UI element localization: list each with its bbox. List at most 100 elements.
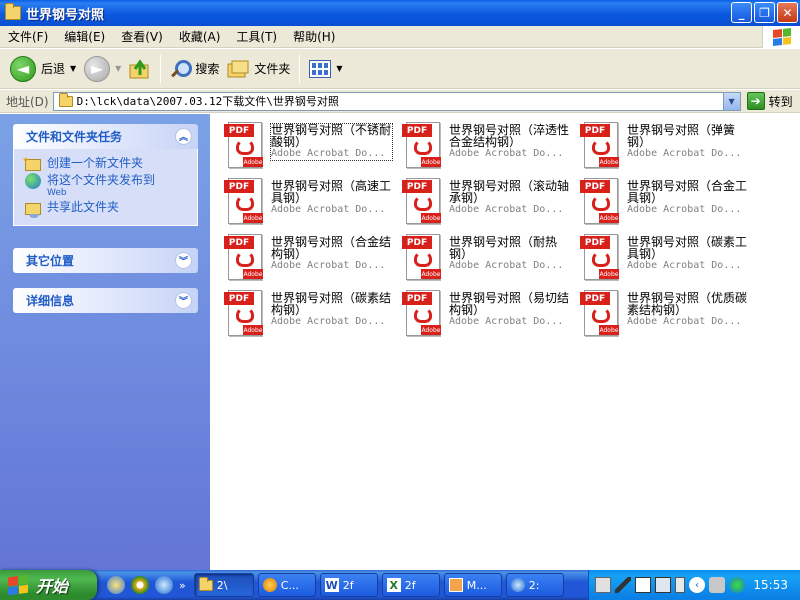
pdf-file-icon: PDF Adobe bbox=[224, 178, 263, 224]
windows-flag-icon bbox=[8, 574, 28, 596]
address-input[interactable]: D:\lck\data\2007.03.12下载文件\世界钢号对照 ▼ bbox=[52, 91, 741, 111]
start-button[interactable]: 开始 bbox=[0, 570, 97, 600]
file-name: 世界钢号对照（耐热钢） bbox=[449, 235, 558, 261]
up-button[interactable] bbox=[125, 52, 155, 86]
file-tasks-panel: 文件和文件夹任务 ︽ 创建一个新文件夹 将这个文件夹发布到 Web 共享此文件夹 bbox=[13, 124, 198, 226]
file-item[interactable]: PDF Adobe 世界钢号对照（不锈耐酸钢） Adobe Acrobat Do.… bbox=[220, 118, 393, 168]
quick-launch-more-icon[interactable]: » bbox=[179, 579, 186, 592]
volume-icon[interactable] bbox=[709, 577, 725, 593]
file-item[interactable]: PDF Adobe 世界钢号对照（碳素结构钢） Adobe Acrobat Do.… bbox=[220, 286, 392, 336]
toolbar: ◄ 后退 ▼ ► ▼ 搜索 文件夹 ▼ bbox=[0, 49, 800, 89]
windows-logo bbox=[762, 26, 800, 48]
toolbar-separator bbox=[160, 54, 162, 83]
menu-tools[interactable]: 工具(T) bbox=[228, 28, 285, 45]
taskbar-item-word[interactable]: W 2f bbox=[319, 573, 378, 597]
search-button[interactable]: 搜索 bbox=[166, 52, 223, 86]
address-dropdown-icon[interactable]: ▼ bbox=[722, 92, 740, 110]
taskbar: 开始 » 2\ C... W 2f X 2f M... 2: ‹ 15:53 bbox=[0, 570, 800, 600]
pdf-file-icon: PDF Adobe bbox=[580, 290, 619, 336]
file-type: Adobe Acrobat Do... bbox=[271, 260, 386, 271]
file-item[interactable]: PDF Adobe 世界钢号对照（碳素工具钢） Adobe Acrobat Do.… bbox=[576, 230, 748, 280]
pdf-file-icon: PDF Adobe bbox=[580, 122, 619, 168]
menu-view[interactable]: 查看(V) bbox=[113, 28, 171, 45]
details-header[interactable]: 详细信息 ︾ bbox=[13, 288, 198, 313]
search-label: 搜索 bbox=[195, 62, 220, 76]
file-tasks-title: 文件和文件夹任务 bbox=[26, 130, 123, 144]
taskbar-item-app[interactable]: C... bbox=[257, 573, 316, 597]
menu-help[interactable]: 帮助(H) bbox=[285, 28, 343, 45]
file-item[interactable]: PDF Adobe 世界钢号对照（优质碳素结构钢） Adobe Acrobat D… bbox=[576, 286, 748, 336]
pdf-file-icon: PDF Adobe bbox=[402, 290, 441, 336]
menu-edit[interactable]: 编辑(E) bbox=[56, 28, 113, 45]
views-icon bbox=[309, 59, 332, 78]
expand-chevron-icon[interactable]: ︾ bbox=[175, 252, 192, 269]
file-item[interactable]: PDF Adobe 世界钢号对照（合金工具钢） Adobe Acrobat Do.… bbox=[576, 174, 748, 224]
close-button[interactable]: ✕ bbox=[777, 2, 798, 23]
file-item[interactable]: PDF Adobe 世界钢号对照（合金结构钢） Adobe Acrobat Do.… bbox=[220, 230, 392, 280]
back-dropdown-icon[interactable]: ▼ bbox=[70, 64, 76, 73]
msn-icon[interactable] bbox=[107, 576, 125, 594]
taskbar-item-app2[interactable]: M... bbox=[443, 573, 502, 597]
help-icon[interactable] bbox=[655, 577, 671, 593]
file-text: 世界钢号对照（碳素工具钢） Adobe Acrobat Do... bbox=[627, 236, 748, 272]
menu-file[interactable]: 文件(F) bbox=[0, 28, 56, 45]
file-type: Adobe Acrobat Do... bbox=[271, 204, 386, 215]
task-label: 将这个文件夹发布到 bbox=[47, 173, 156, 187]
file-name: 世界钢号对照（滚动轴承钢） bbox=[449, 179, 570, 205]
internet-explorer-icon[interactable] bbox=[155, 576, 173, 594]
keyboard-icon[interactable] bbox=[595, 577, 611, 593]
other-places-header[interactable]: 其它位置 ︾ bbox=[13, 248, 198, 273]
task-publish-web[interactable]: 将这个文件夹发布到 Web bbox=[25, 173, 189, 198]
file-name: 世界钢号对照（易切结构钢） bbox=[449, 291, 570, 317]
file-name: 世界钢号对照（不锈耐酸钢） bbox=[271, 123, 392, 149]
other-places-panel: 其它位置 ︾ bbox=[13, 248, 198, 273]
new-folder-icon bbox=[22, 154, 41, 171]
toolbar-separator bbox=[299, 54, 301, 83]
task-share-folder[interactable]: 共享此文件夹 bbox=[25, 200, 189, 218]
folder-icon bbox=[5, 3, 21, 20]
file-item[interactable]: PDF Adobe 世界钢号对照（高速工具钢） Adobe Acrobat Do.… bbox=[220, 174, 392, 224]
collapse-chevron-icon[interactable]: ︽ bbox=[175, 128, 192, 145]
menu-favorites[interactable]: 收藏(A) bbox=[171, 28, 229, 45]
task-new-folder[interactable]: 创建一个新文件夹 bbox=[22, 154, 189, 171]
file-item[interactable]: PDF Adobe 世界钢号对照（滚动轴承钢） Adobe Acrobat Do.… bbox=[398, 174, 570, 224]
file-type: Adobe Acrobat Do... bbox=[627, 148, 742, 159]
mobile-icon[interactable] bbox=[675, 577, 685, 593]
file-item[interactable]: PDF Adobe 世界钢号对照（易切结构钢） Adobe Acrobat Do.… bbox=[398, 286, 570, 336]
go-arrow-icon: ➔ bbox=[746, 92, 765, 110]
window-title: 世界钢号对照 bbox=[26, 7, 105, 23]
excel-icon: X bbox=[386, 578, 401, 592]
file-item[interactable]: PDF Adobe 世界钢号对照（淬透性合金结构钢） Adobe Acrobat … bbox=[398, 118, 570, 168]
file-list: PDF Adobe 世界钢号对照（不锈耐酸钢） Adobe Acrobat Do.… bbox=[210, 114, 800, 570]
taskbar-item-ie[interactable]: 2: bbox=[505, 573, 564, 597]
file-item[interactable]: PDF Adobe 世界钢号对照（弹簧钢） Adobe Acrobat Do... bbox=[576, 118, 748, 168]
taskbar-item-explorer[interactable]: 2\ bbox=[193, 573, 254, 597]
network-icon[interactable] bbox=[729, 577, 745, 593]
forward-dropdown-icon[interactable]: ▼ bbox=[115, 64, 121, 73]
file-name: 世界钢号对照（碳素工具钢） bbox=[627, 235, 748, 261]
clock: 15:53 bbox=[753, 578, 788, 592]
minimize-button[interactable]: _ bbox=[731, 2, 752, 23]
file-tasks-header[interactable]: 文件和文件夹任务 ︽ bbox=[13, 124, 198, 149]
folder-icon bbox=[58, 92, 73, 107]
window-controls: _ ❐ ✕ bbox=[731, 2, 798, 23]
back-button[interactable]: ◄ 后退 ▼ bbox=[6, 52, 80, 86]
taskbar-item-excel[interactable]: X 2f bbox=[381, 573, 440, 597]
title-bar[interactable]: 世界钢号对照 _ ❐ ✕ bbox=[0, 0, 800, 26]
go-button[interactable]: ➔ 转到 bbox=[746, 92, 793, 110]
pen-icon[interactable] bbox=[615, 577, 631, 593]
maximize-button[interactable]: ❐ bbox=[754, 2, 775, 23]
file-item[interactable]: PDF Adobe 世界钢号对照（耐热钢） Adobe Acrobat Do... bbox=[398, 230, 570, 280]
expand-tray-icon[interactable]: ‹ bbox=[689, 577, 705, 593]
views-button[interactable]: ▼ bbox=[305, 52, 346, 86]
forward-button[interactable]: ► ▼ bbox=[80, 52, 125, 86]
file-type: Adobe Acrobat Do... bbox=[627, 316, 742, 327]
views-dropdown-icon[interactable]: ▼ bbox=[336, 64, 342, 73]
ime-icon[interactable] bbox=[635, 577, 651, 593]
task-label: 共享此文件夹 bbox=[47, 200, 120, 214]
task-label: 创建一个新文件夹 bbox=[47, 156, 144, 170]
media-player-icon[interactable] bbox=[131, 576, 149, 594]
expand-chevron-icon[interactable]: ︾ bbox=[175, 292, 192, 309]
file-text: 世界钢号对照（碳素结构钢） Adobe Acrobat Do... bbox=[271, 292, 392, 328]
folders-button[interactable]: 文件夹 bbox=[223, 52, 294, 86]
